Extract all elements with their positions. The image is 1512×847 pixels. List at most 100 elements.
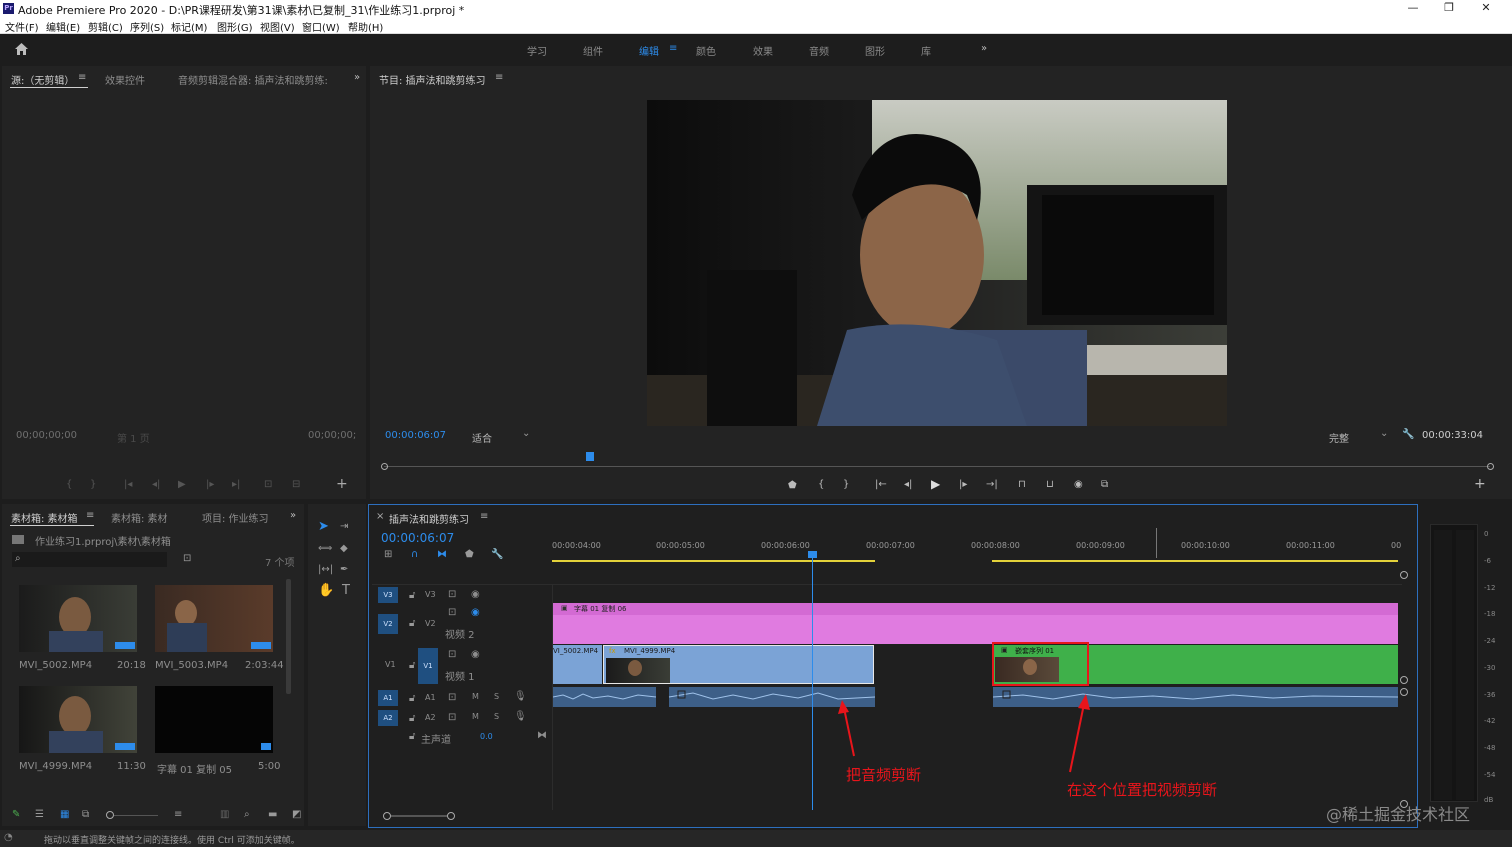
minimize-button[interactable]: —	[1398, 1, 1428, 14]
lift-icon[interactable]: ⊓	[1018, 480, 1026, 490]
workspace-learn[interactable]: 学习	[527, 43, 547, 58]
mark-out-icon[interactable]: }	[90, 480, 96, 490]
go-to-out-icon[interactable]: ▸|	[232, 480, 240, 490]
panel-more-button[interactable]: »	[354, 72, 360, 83]
mark-in-icon[interactable]: {	[66, 480, 72, 490]
timeline-menu-icon[interactable]: ≡	[480, 511, 488, 522]
zoom-slider-handle[interactable]	[106, 811, 114, 819]
source-patch-a1[interactable]: A1	[378, 690, 398, 706]
hand-tool-icon[interactable]: ✋	[318, 584, 334, 597]
restore-button[interactable]: ❐	[1434, 1, 1464, 14]
sync-lock-icon[interactable]: ⊡	[448, 649, 456, 660]
nest-icon[interactable]: ⊞	[384, 550, 392, 560]
horizontal-zoom-left-handle[interactable]	[383, 812, 391, 820]
linked-selection-icon[interactable]: ⧓	[437, 550, 447, 560]
step-back-icon[interactable]: ◂|	[904, 480, 912, 490]
scrubber-left-handle[interactable]	[381, 463, 388, 470]
icon-view-icon[interactable]: ▦	[60, 810, 69, 820]
workspace-editing[interactable]: 编辑	[639, 43, 659, 58]
add-button-icon[interactable]: +	[336, 477, 348, 491]
vertical-scroll-handle[interactable]	[1400, 571, 1408, 579]
source-patch-a2[interactable]: A2	[378, 710, 398, 726]
tab-source[interactable]: 源:（无剪辑）	[11, 72, 74, 87]
freeform-view-icon[interactable]: ⧉	[82, 810, 89, 820]
workspace-libraries[interactable]: 库	[921, 43, 931, 58]
lock-icon[interactable]: 🔓︎	[409, 590, 415, 601]
go-to-out-icon[interactable]: →|	[986, 480, 998, 490]
track-select-tool-icon[interactable]: ⇥	[340, 522, 348, 532]
menu-clip[interactable]: 剪辑(C)	[88, 19, 123, 34]
workspace-more-button[interactable]: »	[981, 43, 987, 54]
workspace-audio[interactable]: 音频	[809, 43, 829, 58]
microphone-icon[interactable]: 🎙︎	[514, 711, 527, 722]
razor-tool-icon[interactable]: ◆	[340, 544, 348, 554]
solo-button[interactable]: S	[494, 712, 499, 721]
insert-icon[interactable]: ⊡	[264, 480, 272, 490]
source-panel-menu-icon[interactable]: ≡	[78, 72, 86, 83]
horizontal-zoom-right-handle[interactable]	[447, 812, 455, 820]
sync-lock-icon[interactable]: ⊡	[448, 607, 456, 618]
target-track-v1[interactable]: V1	[418, 648, 438, 684]
close-sequence-button[interactable]: ×	[376, 511, 384, 522]
workspace-color[interactable]: 颜色	[696, 43, 716, 58]
sync-lock-icon[interactable]: ⊡	[448, 692, 456, 703]
new-bin-icon[interactable]: ▬	[268, 810, 277, 820]
list-view-icon[interactable]: ☰	[35, 810, 44, 820]
tab-project[interactable]: 项目: 作业练习	[202, 510, 269, 525]
timeline-timecode[interactable]: 00:00:06:07	[381, 531, 454, 545]
search-input[interactable]	[12, 552, 167, 567]
new-item-icon[interactable]: ◩	[292, 810, 301, 820]
export-frame-icon[interactable]: ◉	[1074, 480, 1083, 490]
workspace-menu-icon[interactable]: ≡	[669, 43, 677, 54]
menu-help[interactable]: 帮助(H)	[348, 19, 383, 34]
workspace-effects[interactable]: 效果	[753, 43, 773, 58]
eye-icon[interactable]: ◉	[471, 649, 480, 660]
pencil-icon[interactable]: ✎	[12, 810, 20, 820]
title-clip[interactable]: ▣ 字幕 01 复制 06	[553, 603, 1398, 644]
solo-button[interactable]: S	[494, 692, 499, 701]
source-patch-v3[interactable]: V3	[378, 587, 398, 603]
zoom-slider-track[interactable]	[114, 815, 158, 816]
close-button[interactable]: ✕	[1471, 1, 1501, 14]
play-icon[interactable]: ▶	[931, 478, 940, 490]
tab-audio-clip-mixer[interactable]: 音频剪辑混合器: 插声法和跳剪练:	[178, 72, 328, 87]
program-scrubber-track[interactable]	[384, 466, 1490, 467]
menu-view[interactable]: 视图(V)	[260, 19, 295, 34]
program-playhead[interactable]	[586, 452, 594, 461]
fit-dropdown[interactable]: 适合	[472, 430, 492, 445]
add-marker-icon[interactable]: ⬟	[788, 481, 797, 491]
pen-tool-icon[interactable]: ✒	[340, 565, 348, 575]
vertical-scroll-handle[interactable]	[1400, 688, 1408, 696]
media-thumbnail[interactable]	[155, 585, 273, 652]
selection-tool-icon[interactable]: ➤	[318, 520, 329, 533]
mark-out-icon[interactable]: }	[843, 480, 849, 490]
video-clip[interactable]: VI_5002.MP4	[553, 645, 602, 684]
mute-button[interactable]: M	[472, 712, 479, 721]
snap-icon[interactable]: ∩	[411, 550, 418, 560]
step-forward-icon[interactable]: |▸	[959, 480, 967, 490]
type-tool-icon[interactable]: T	[342, 584, 350, 597]
comparison-view-icon[interactable]: ⧉	[1101, 480, 1108, 490]
menu-sequence[interactable]: 序列(S)	[130, 19, 164, 34]
scrubber-right-handle[interactable]	[1487, 463, 1494, 470]
sync-lock-icon[interactable]: ⊡	[448, 712, 456, 723]
add-button-icon[interactable]: +	[1474, 477, 1486, 491]
vertical-scroll-handle[interactable]	[1400, 676, 1408, 684]
sync-lock-icon[interactable]: ⊡	[448, 589, 456, 600]
tab-bin-2[interactable]: 素材箱: 素材	[111, 510, 168, 525]
eye-hidden-icon[interactable]: ◉	[471, 607, 480, 618]
workspace-graphics[interactable]: 图形	[865, 43, 885, 58]
go-to-in-icon[interactable]: |←	[875, 480, 887, 490]
lock-icon[interactable]: 🔓︎	[409, 693, 415, 704]
menu-edit[interactable]: 编辑(E)	[46, 19, 80, 34]
workspace-assembly[interactable]: 组件	[583, 43, 603, 58]
media-thumbnail[interactable]	[155, 686, 273, 753]
lock-icon[interactable]: 🔓︎	[409, 618, 415, 629]
slip-tool-icon[interactable]: |↔|	[318, 565, 333, 575]
go-to-end-icon[interactable]: ⧓	[537, 730, 547, 741]
project-scrollbar[interactable]	[286, 579, 291, 694]
lock-icon[interactable]: 🔓︎	[409, 713, 415, 724]
lock-icon[interactable]: 🔓︎	[409, 660, 415, 671]
menu-graphics[interactable]: 图形(G)	[217, 19, 253, 34]
wrench-icon[interactable]: 🔧	[1402, 429, 1414, 440]
